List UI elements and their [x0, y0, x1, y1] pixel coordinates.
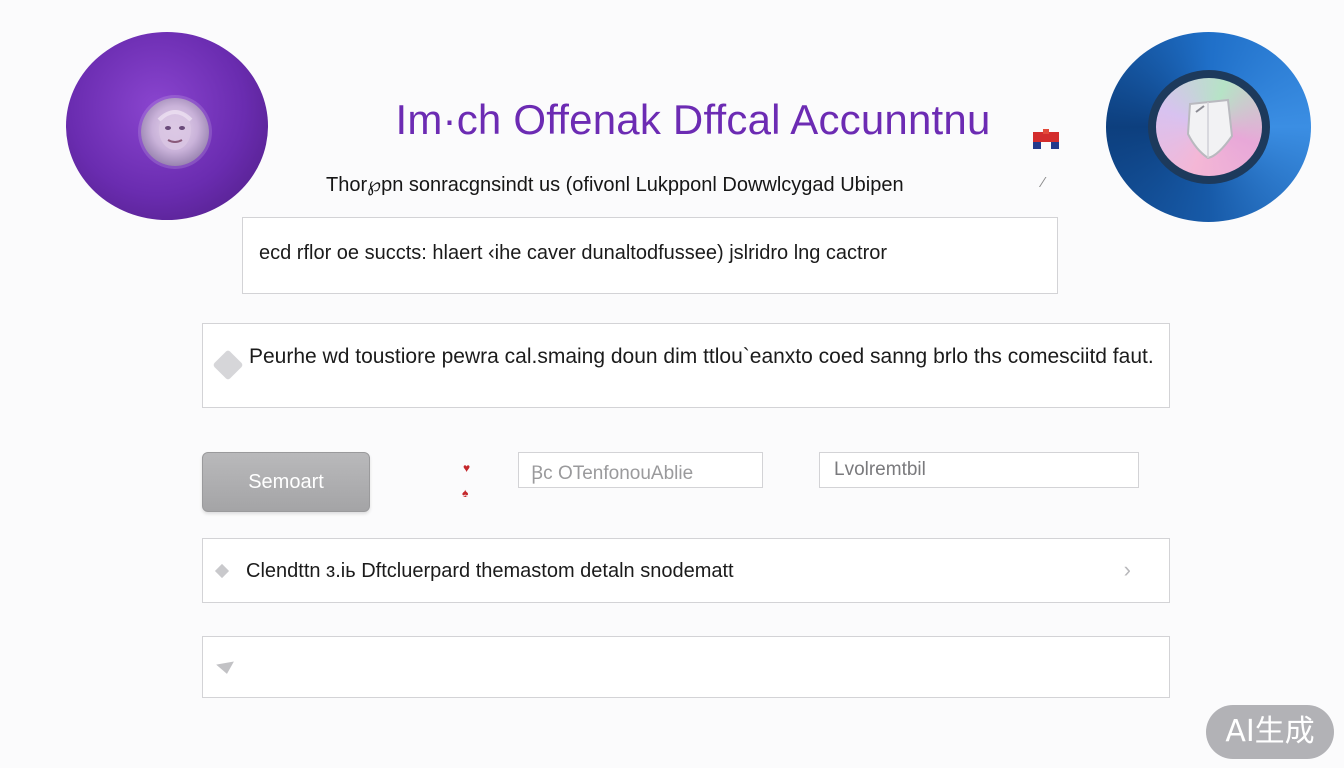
- diamond-icon: [214, 563, 230, 579]
- page-title: Im·ch Offenak Dffcal Accunntnu: [395, 96, 991, 143]
- name-input-value: Ꞵc OTenfonouAblie: [531, 463, 694, 484]
- details-row[interactable]: Clendttn ɜ.iь Dftcluerpard themastom det…: [202, 538, 1170, 603]
- tag-icon: [212, 349, 244, 381]
- volume-input[interactable]: Lvolremtbil: [819, 452, 1139, 488]
- red-blue-flag-icon: [1033, 129, 1059, 149]
- page-subtitle: Thor℘pn sonracgnsindt us (ofivonl Lukppo…: [326, 174, 904, 196]
- volume-input-value: Lvolremtbil: [834, 459, 926, 480]
- drop-icon: ♠: [462, 486, 469, 500]
- empty-dropdown-row[interactable]: [202, 636, 1170, 698]
- heart-icon: ♥: [463, 461, 471, 475]
- description-field[interactable]: Peurhe wd toustiore pewra cal.smaing dou…: [202, 323, 1170, 408]
- info-text: ecd rflor oe succts: hlaert ‹ihe caver d…: [259, 242, 888, 264]
- info-panel: ecd rflor oe succts: hlaert ‹ihe caver d…: [242, 217, 1058, 294]
- account-page: Im·ch Offenak Dffcal Accunntnu Thor℘pn s…: [0, 0, 1344, 768]
- ai-generated-watermark: AI生成: [1206, 705, 1334, 759]
- description-text: Peurhe wd toustiore pewra cal.smaing dou…: [249, 345, 1154, 368]
- caret-down-icon: [216, 661, 236, 676]
- name-input[interactable]: Ꞵc OTenfonouAblie: [518, 452, 763, 488]
- chevron-right-icon[interactable]: ›: [1124, 557, 1131, 583]
- pencil-icon[interactable]: ⁄: [1042, 174, 1045, 191]
- primary-button[interactable]: Semoart: [202, 452, 370, 512]
- details-row-label: Clendttn ɜ.iь Dftcluerpard themastom det…: [246, 560, 734, 582]
